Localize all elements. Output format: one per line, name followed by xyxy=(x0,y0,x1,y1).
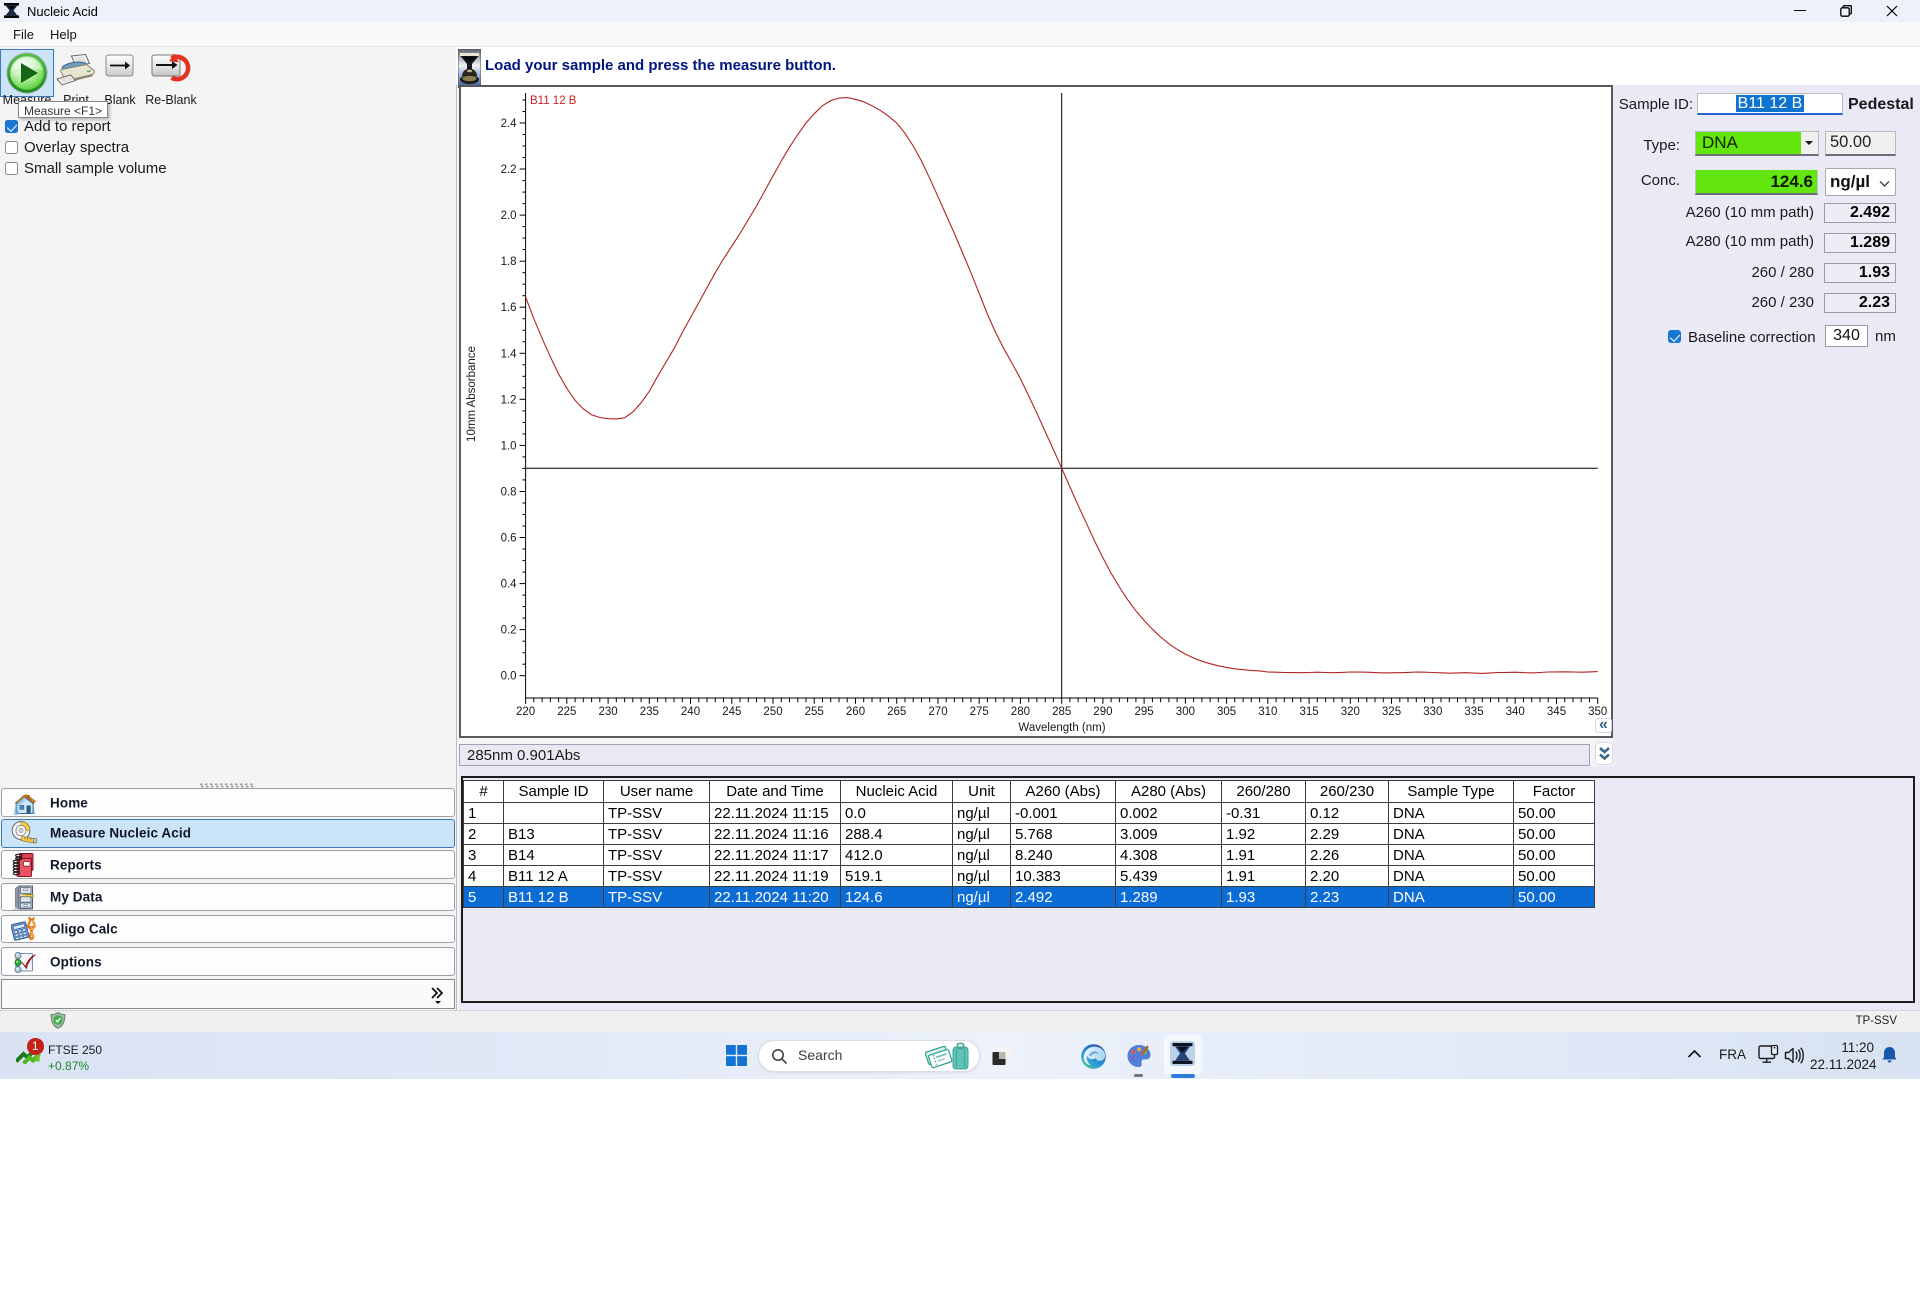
svg-text:270: 270 xyxy=(928,706,947,718)
svg-text:265: 265 xyxy=(887,706,906,718)
svg-text:320: 320 xyxy=(1341,706,1360,718)
svg-text:220: 220 xyxy=(516,706,535,718)
svg-text:0.4: 0.4 xyxy=(501,579,518,591)
svg-text:1.4: 1.4 xyxy=(501,348,518,360)
svg-text:Wavelength (nm): Wavelength (nm) xyxy=(1018,722,1105,734)
svg-text:295: 295 xyxy=(1135,706,1154,718)
svg-text:0.6: 0.6 xyxy=(501,533,517,545)
svg-text:235: 235 xyxy=(640,706,659,718)
svg-text:345: 345 xyxy=(1547,706,1566,718)
svg-text:305: 305 xyxy=(1217,706,1236,718)
svg-text:240: 240 xyxy=(681,706,700,718)
svg-text:225: 225 xyxy=(557,706,576,718)
svg-text:2.2: 2.2 xyxy=(501,164,517,176)
svg-text:2.0: 2.0 xyxy=(501,210,517,222)
svg-text:290: 290 xyxy=(1093,706,1112,718)
svg-text:310: 310 xyxy=(1258,706,1277,718)
svg-text:0.8: 0.8 xyxy=(501,487,517,499)
svg-text:0.0: 0.0 xyxy=(501,671,517,683)
svg-text:260: 260 xyxy=(846,706,865,718)
svg-text:B11 12 B: B11 12 B xyxy=(530,95,577,107)
svg-text:1.8: 1.8 xyxy=(501,256,517,268)
svg-text:300: 300 xyxy=(1176,706,1195,718)
svg-text:245: 245 xyxy=(722,706,741,718)
svg-text:325: 325 xyxy=(1382,706,1401,718)
svg-text:1.6: 1.6 xyxy=(501,302,517,314)
svg-text:2.4: 2.4 xyxy=(501,118,518,130)
svg-text:255: 255 xyxy=(805,706,824,718)
svg-text:335: 335 xyxy=(1464,706,1483,718)
svg-text:250: 250 xyxy=(763,706,782,718)
svg-text:280: 280 xyxy=(1011,706,1030,718)
svg-text:315: 315 xyxy=(1300,706,1319,718)
svg-text:1.2: 1.2 xyxy=(501,394,517,406)
svg-text:1.0: 1.0 xyxy=(501,440,517,452)
svg-text:10mm Absorbance: 10mm Absorbance xyxy=(466,346,478,442)
svg-text:285: 285 xyxy=(1052,706,1071,718)
svg-text:230: 230 xyxy=(599,706,618,718)
svg-text:330: 330 xyxy=(1423,706,1442,718)
svg-text:0.2: 0.2 xyxy=(501,625,517,637)
svg-text:340: 340 xyxy=(1506,706,1525,718)
svg-text:275: 275 xyxy=(970,706,989,718)
